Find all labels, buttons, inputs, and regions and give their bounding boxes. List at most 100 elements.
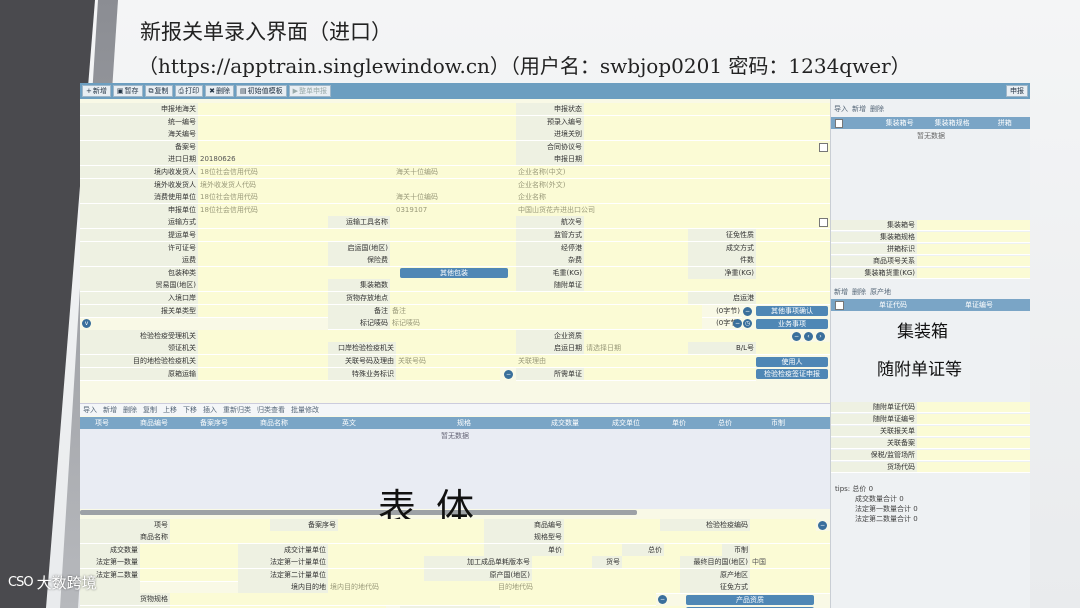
action-button[interactable]: 检验检疫签证申报 — [756, 369, 828, 380]
expand-icon[interactable]: v — [82, 319, 91, 329]
field-input[interactable] — [756, 292, 830, 305]
grid-column-header[interactable]: 成交数量 — [534, 418, 596, 428]
documents-column-header[interactable]: 单证代码 — [850, 300, 936, 310]
action-button[interactable]: 使用人 — [756, 356, 828, 367]
field-input[interactable]: 中国山货花卉进出口公司 — [516, 203, 830, 217]
field-input[interactable] — [584, 216, 830, 230]
minus-icon[interactable]: − — [818, 521, 827, 530]
grid-column-header[interactable]: 项号 — [80, 418, 124, 428]
body-field-input[interactable] — [750, 581, 830, 594]
field-input[interactable] — [390, 279, 516, 293]
container-column-header[interactable]: 集装箱号 — [873, 118, 926, 128]
body-field-input[interactable] — [622, 556, 680, 570]
field-input[interactable] — [390, 216, 516, 230]
documents-column-header[interactable]: 单证编号 — [936, 300, 1022, 310]
container-column-header[interactable]: 拼箱 — [978, 118, 1030, 128]
field-input[interactable] — [198, 241, 328, 255]
body-field-input[interactable] — [140, 556, 238, 570]
container-field-input[interactable] — [917, 220, 1030, 231]
documents-toolbar-button[interactable]: 原产地 — [870, 287, 891, 297]
field-input[interactable] — [756, 241, 830, 255]
field-input[interactable]: 企业名称 — [516, 191, 830, 205]
body-field-input[interactable]: 境内目的地代码 — [328, 581, 496, 594]
container-column-header[interactable]: 集装箱规格 — [926, 118, 979, 128]
container-field-input[interactable] — [917, 244, 1030, 255]
field-input[interactable]: 备注 — [390, 304, 702, 318]
select-all-checkbox[interactable] — [835, 118, 844, 128]
grid-column-header[interactable]: 商品名称 — [244, 418, 304, 428]
field-input[interactable]: 企业名称(外文) — [516, 178, 830, 192]
body-field-input[interactable] — [328, 568, 424, 582]
checkbox[interactable] — [819, 142, 828, 152]
toolbar-button-5[interactable]: ▤ 初始值模板 — [235, 85, 287, 97]
body-field-input[interactable] — [328, 543, 484, 557]
grid-column-header[interactable]: 商品编号 — [124, 418, 184, 428]
body-field-input[interactable] — [750, 543, 830, 557]
field-input[interactable]: 18位社会信用代码 — [198, 203, 394, 217]
field-input[interactable]: 20180626 — [198, 153, 516, 167]
grid-column-header[interactable]: 备案序号 — [184, 418, 244, 428]
container-toolbar-button[interactable]: 导入 — [834, 104, 848, 114]
field-input[interactable] — [584, 254, 688, 268]
field-input[interactable] — [198, 292, 328, 305]
field-input[interactable] — [584, 229, 688, 242]
grid-toolbar-button[interactable]: 批量修改 — [291, 405, 319, 415]
field-input[interactable] — [584, 153, 830, 167]
body-field-input[interactable]: 中国 — [750, 556, 830, 570]
field-input[interactable] — [198, 355, 328, 368]
field-input[interactable]: 境外收发货人代码 — [198, 178, 394, 192]
body-field-input[interactable] — [170, 531, 484, 545]
field-input[interactable] — [756, 229, 830, 242]
field-input[interactable]: 0319107 — [394, 203, 516, 217]
field-input[interactable] — [756, 266, 830, 280]
toolbar-button-4[interactable]: ✖ 删除 — [205, 85, 234, 97]
field-input[interactable] — [198, 216, 328, 230]
body-field-input[interactable] — [564, 543, 622, 557]
grid-column-header[interactable]: 成交单位 — [596, 418, 656, 428]
field-input[interactable] — [584, 115, 830, 129]
field-input[interactable] — [584, 266, 688, 280]
field-input[interactable] — [584, 103, 830, 116]
grid-toolbar-button[interactable]: 下移 — [183, 405, 197, 415]
body-field-input[interactable] — [328, 556, 424, 570]
field-input[interactable] — [198, 329, 516, 343]
field-input[interactable]: 18位社会信用代码 — [198, 166, 394, 179]
grid-toolbar-button[interactable]: 重新归类 — [223, 405, 251, 415]
grid-scrollbar[interactable] — [80, 510, 637, 515]
field-input[interactable] — [198, 115, 516, 129]
field-input[interactable]: 请选择日期 — [584, 342, 688, 356]
body-field-input[interactable] — [532, 568, 680, 582]
prev-icon[interactable]: ‹ — [804, 331, 813, 341]
field-input[interactable] — [198, 140, 516, 154]
container-field-input[interactable] — [917, 268, 1030, 279]
field-input[interactable]: 18位社会信用代码 — [198, 191, 394, 205]
minus-icon[interactable]: − — [658, 595, 667, 605]
field-input[interactable] — [390, 292, 688, 305]
field-input[interactable] — [584, 241, 688, 255]
field-input[interactable] — [394, 178, 516, 192]
checkbox[interactable] — [819, 218, 828, 228]
field-input[interactable] — [584, 128, 830, 142]
action-button[interactable]: 其他包装 — [400, 268, 508, 279]
grid-column-header[interactable]: 总价 — [702, 418, 748, 428]
action-button[interactable]: 其他事项确认 — [756, 306, 828, 317]
toolbar-button-6[interactable]: ▶ 整单申报 — [288, 85, 331, 97]
grid-column-header[interactable]: 英文 — [304, 418, 394, 428]
field-input[interactable] — [198, 279, 328, 293]
body-field-input[interactable] — [338, 519, 484, 532]
container-field-input[interactable] — [917, 232, 1030, 243]
body-field-input[interactable] — [750, 519, 816, 532]
field-input[interactable] — [390, 254, 516, 268]
container-toolbar-button[interactable]: 删除 — [870, 104, 884, 114]
grid-toolbar-button[interactable]: 插入 — [203, 405, 217, 415]
action-button[interactable]: 业务事项 — [756, 318, 828, 329]
field-input[interactable] — [584, 279, 830, 293]
field-input[interactable]: 标记唛码 — [390, 317, 702, 331]
minus-icon[interactable]: − — [504, 369, 513, 379]
field-input[interactable] — [396, 342, 516, 356]
grid-column-header[interactable]: 单价 — [656, 418, 702, 428]
field-input[interactable] — [198, 103, 516, 116]
grid-toolbar-button[interactable]: 删除 — [123, 405, 137, 415]
container-toolbar-button[interactable]: 新增 — [852, 104, 866, 114]
body-field-input[interactable] — [564, 519, 660, 532]
